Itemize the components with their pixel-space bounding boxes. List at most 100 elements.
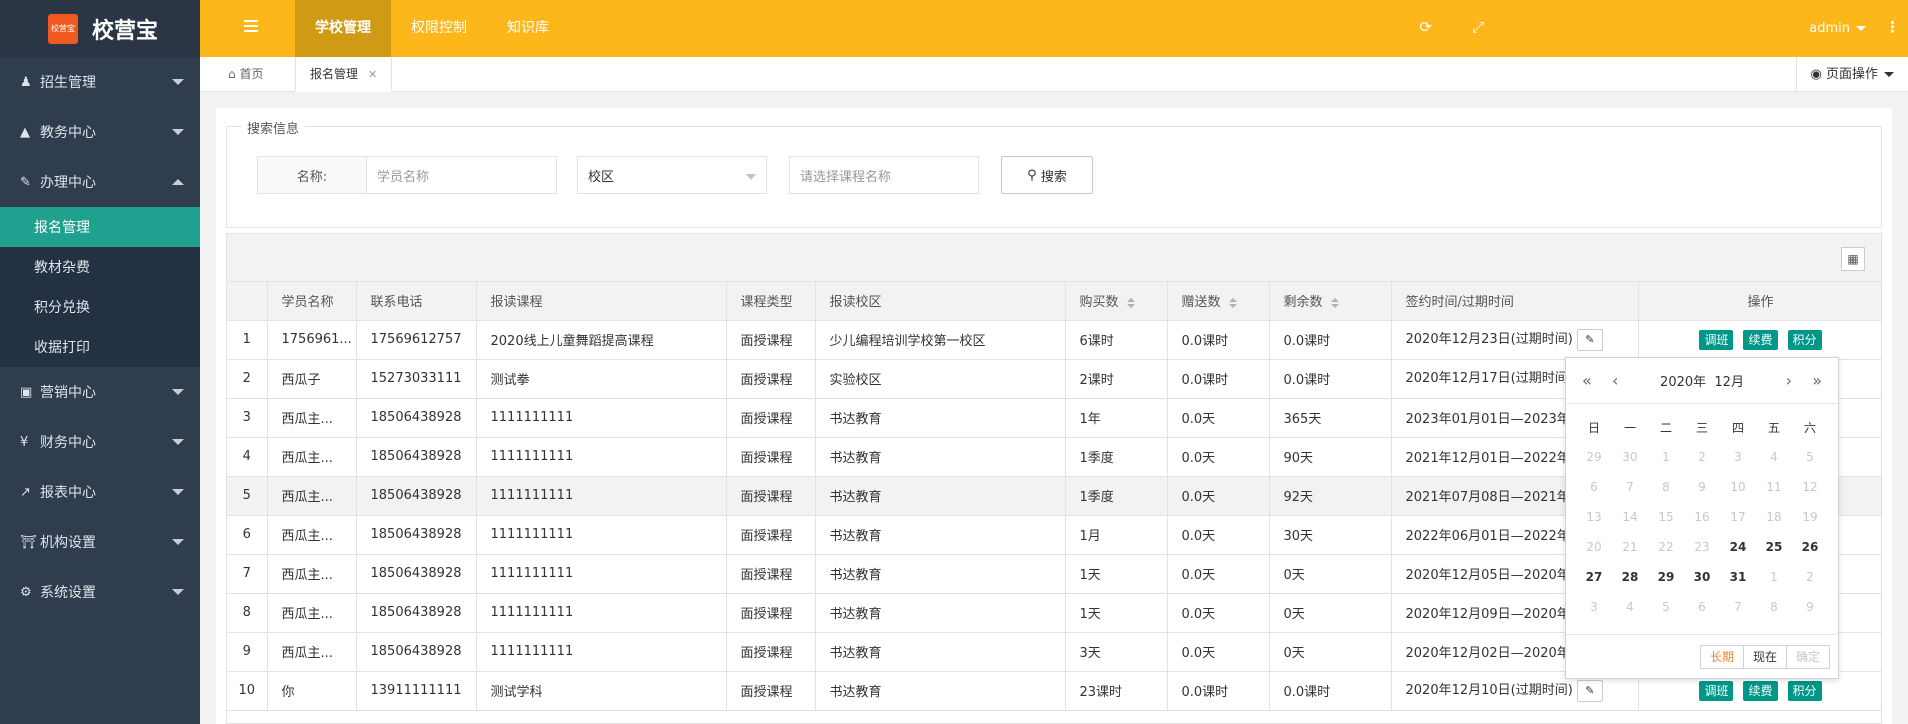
tab-knowledge-base[interactable]: 知识库 [487,0,569,57]
prev-year-icon[interactable]: « [1582,371,1592,390]
cell-text: 8 [242,605,251,620]
col-header-gifted[interactable]: 赠送数 [1167,282,1270,321]
chevron-down-icon [172,489,184,495]
cell-text: 西瓜主... [281,451,333,466]
cell-text: 0.0天 [1181,451,1216,466]
campus-select-value: 校区 [588,169,615,185]
date-cell[interactable]: 24 [1720,540,1756,554]
sidebar-subitem-points[interactable]: 积分兑换 [0,287,200,327]
next-month-icon[interactable]: › [1786,371,1792,390]
pencil-icon[interactable]: ✎ [1576,679,1603,702]
date-cell: 8 [1662,480,1670,494]
confirm-button[interactable]: 确定 [1785,645,1830,669]
chevron-down-icon [172,389,184,395]
cell-text: 1季度 [1079,490,1114,505]
hamburger-icon[interactable] [244,20,258,32]
date-cell[interactable]: 31 [1720,570,1756,584]
date-cell[interactable]: 26 [1792,540,1828,554]
sidebar-subitem-receipt[interactable]: 收据打印 [0,327,200,367]
table-cell: 书达教育 [815,593,1066,633]
renew-button[interactable]: 续费 [1743,680,1778,701]
cell-text: 1111111111 [490,410,574,425]
yen-icon: ¥ [20,434,29,450]
close-icon[interactable]: ✕ [368,68,377,81]
date-cell: 7 [1626,480,1634,494]
more-vertical-icon[interactable]: ⋮ [1885,18,1900,36]
date-cell: 10 [1730,480,1746,494]
date-cell: 11 [1766,480,1782,494]
date-picker-year[interactable]: 2020年 [1660,371,1706,390]
sidebar-item-system[interactable]: ⚙ 系统设置 [0,567,200,617]
refresh-icon[interactable]: ⟳ [1419,18,1432,36]
table-cell: 1111111111 [476,437,727,477]
cell-text: 西瓜主... [281,529,333,544]
student-name-input[interactable]: 学员名称 [367,156,557,194]
table-cell: 2020线上儿童舞蹈提高课程 [476,320,727,360]
sort-icon[interactable] [1126,297,1135,308]
table-cell: 0.0天 [1167,632,1270,672]
course-name-input[interactable]: 请选择课程名称 [789,156,979,194]
table-cell: 1年 [1065,398,1168,438]
columns-icon[interactable]: ▦ [1841,247,1865,271]
cell-text: 2020线上儿童舞蹈提高课程 [490,334,654,349]
user-menu[interactable]: admin [1809,0,1866,57]
adjust-class-button[interactable]: 调班 [1699,680,1734,701]
sidebar-item-office[interactable]: ✎ 办理中心 [0,157,200,207]
sidebar-item-enrollment[interactable]: ♟ 招生管理 [0,57,200,107]
table-row[interactable]: 1 1756961... 17569612757 2020线上儿童舞蹈提高课程 面授课程… [227,320,1881,360]
tab-home[interactable]: ⌂ 首页 [214,57,277,92]
tab-school-management[interactable]: 学校管理 [295,0,391,57]
col-header-remaining[interactable]: 剩余数 [1269,282,1392,321]
col-header-purchased[interactable]: 购买数 [1065,282,1168,321]
logo[interactable]: 校营宝 校营宝 [0,0,200,57]
chevron-down-icon [172,129,184,135]
page-operations-button[interactable]: ◉ 页面操作 [1795,57,1908,92]
sort-icon[interactable] [1228,297,1237,308]
date-cell: 3 [1734,450,1742,464]
sidebar-item-reports[interactable]: ↗ 报表中心 [0,467,200,517]
search-button[interactable]: ⚲ 搜索 [1001,156,1093,194]
date-cell[interactable]: 30 [1684,570,1720,584]
col-header-course: 报读课程 [476,282,727,321]
prev-month-icon[interactable]: ‹ [1612,371,1618,390]
sidebar-subitem-enrollment-mgmt[interactable]: 报名管理 [0,207,200,247]
tab-enrollment-management[interactable]: 报名管理 ✕ [295,57,393,92]
long-term-button[interactable]: 长期 [1699,645,1744,669]
sidebar-item-academic[interactable]: ▲ 教务中心 [0,107,200,157]
now-button[interactable]: 现在 [1742,645,1787,669]
sidebar-subitem-materials[interactable]: 教材杂费 [0,247,200,287]
date-picker-month[interactable]: 12月 [1714,371,1744,390]
cell-text: 18506438928 [370,449,462,464]
date-cell: 19 [1802,510,1818,524]
tab-permission-control[interactable]: 权限控制 [391,0,487,57]
campus-select[interactable]: 校区 [577,156,767,194]
cogs-icon: ⚙ [20,584,32,600]
cell-text: 2023年01月01日—2023年12 [1405,412,1587,427]
date-picker: « ‹ 2020年 12月 › » 日一二三四五六 29 30 1 2 3 4 5 6 7 8 9 10… [1565,357,1840,679]
renew-button[interactable]: 续费 [1743,329,1778,350]
chevron-down-icon [1884,72,1894,77]
date-cell[interactable]: 28 [1612,570,1648,584]
adjust-class-button[interactable]: 调班 [1699,329,1734,350]
date-cell[interactable]: 27 [1576,570,1612,584]
points-button[interactable]: 积分 [1787,329,1822,350]
sidebar-item-organization[interactable]: ⛩ 机构设置 [0,517,200,567]
date-cell[interactable]: 29 [1648,570,1684,584]
cell-text: 少儿编程培训学校第一校区 [829,334,986,349]
sidebar-item-label: 教务中心 [40,125,96,141]
table-cell: 3 [227,398,268,438]
sidebar-item-finance[interactable]: ¥ 财务中心 [0,417,200,467]
fullscreen-icon[interactable]: ⤢ [1472,18,1484,36]
points-button[interactable]: 积分 [1787,680,1822,701]
pencil-icon[interactable]: ✎ [1576,328,1603,351]
cell-text: 面授课程 [740,412,793,427]
sort-icon[interactable] [1330,297,1339,308]
cell-text: 面授课程 [740,334,793,349]
date-cell[interactable]: 25 [1756,540,1792,554]
cell-text: 0.0课时 [1283,373,1331,388]
cell-text: 3 [242,410,251,425]
sidebar-item-marketing[interactable]: ▣ 营销中心 [0,367,200,417]
cell-text: 15273033111 [370,371,462,386]
home-icon: ⌂ [228,67,240,81]
next-year-icon[interactable]: » [1812,371,1822,390]
